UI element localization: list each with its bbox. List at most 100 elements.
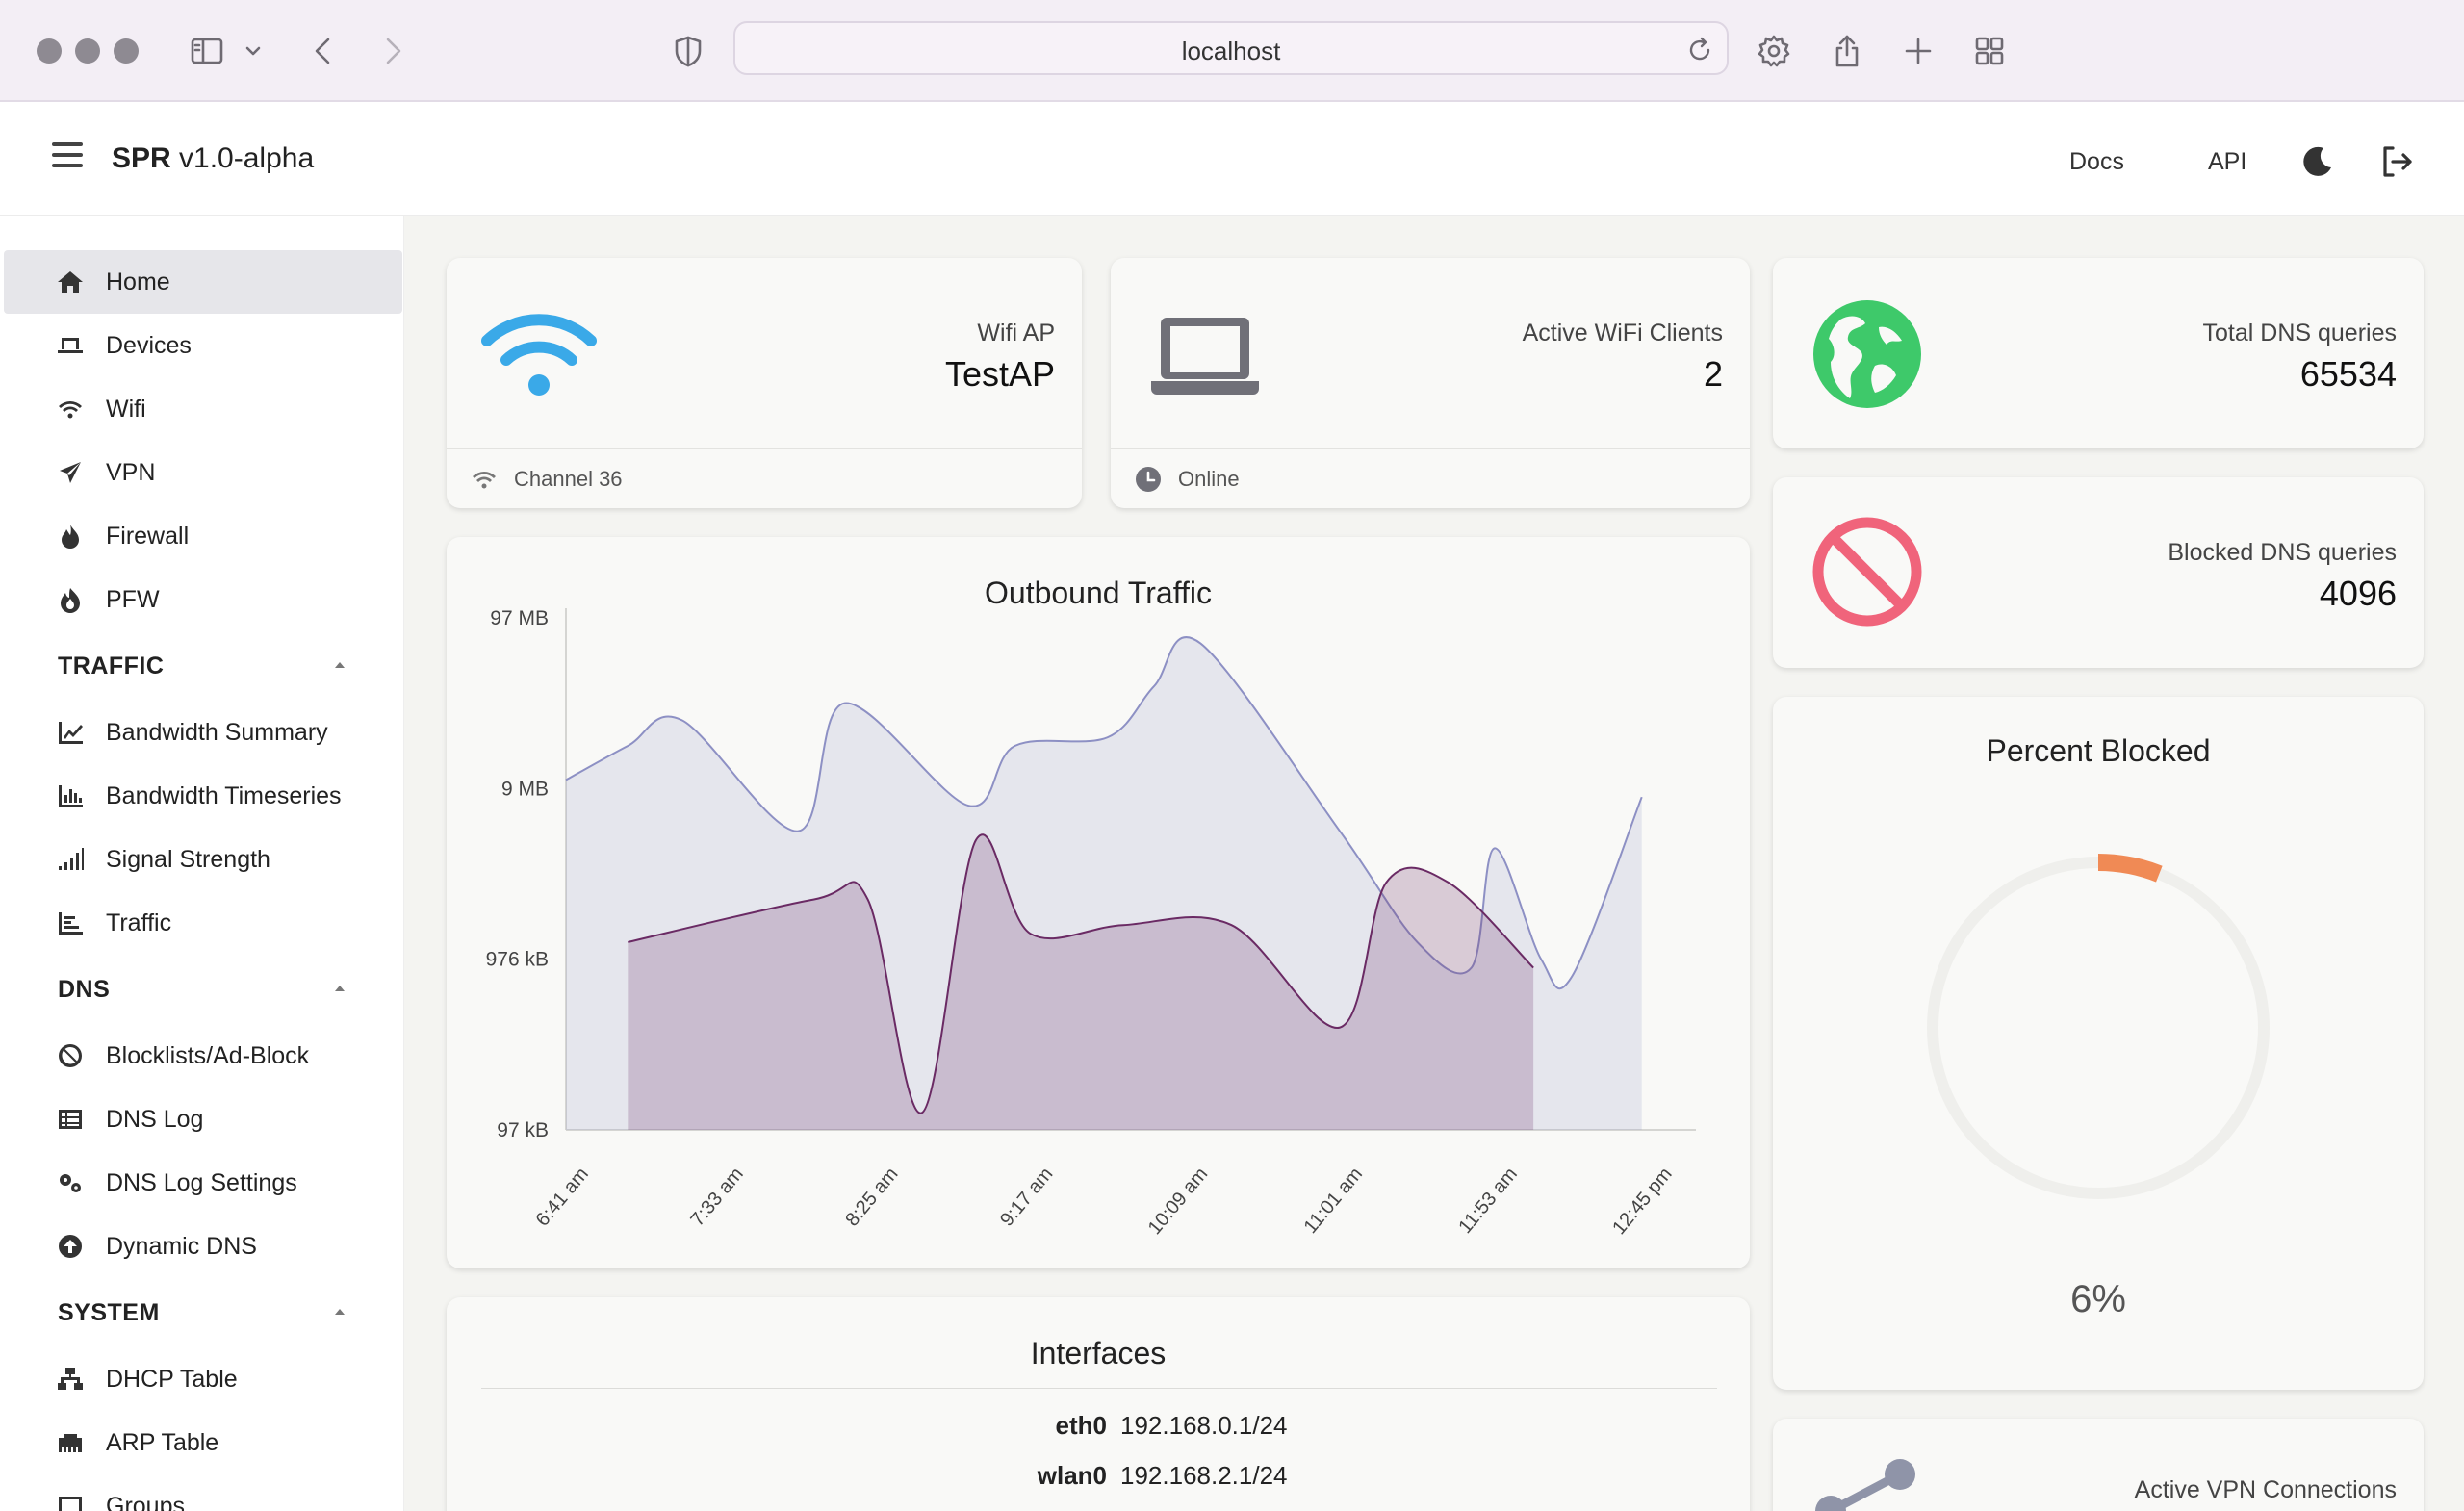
sidebar-item-label: Firewall: [106, 522, 190, 550]
sidebar-item-dns-log-settings[interactable]: DNS Log Settings: [4, 1151, 402, 1215]
interface-address: 192.168.2.1/24: [1120, 1461, 1288, 1490]
share-icon[interactable]: [1823, 27, 1871, 75]
ethernet-icon: [54, 1426, 87, 1459]
dark-mode-moon-icon[interactable]: [2298, 142, 2337, 181]
y-tick-label: 976 kB: [486, 949, 549, 971]
outbound-traffic-chart: 97 kB 976 kB 9 MB 97 MB 6:41 am 7:33 am 8:25 a…: [486, 607, 1696, 1239]
collapse-caret-icon[interactable]: [335, 662, 345, 668]
wifi-ap-card: Wifi AP TestAP Channel 36: [447, 258, 1082, 508]
interface-row: eth0 192.168.0.1/24: [982, 1411, 1288, 1441]
forward-icon[interactable]: [368, 27, 416, 75]
sidebar-item-label: Home: [106, 268, 170, 295]
sidebar-item-bandwidth-timeseries[interactable]: Bandwidth Timeseries: [4, 764, 402, 828]
sidebar-item-devices[interactable]: Devices: [4, 314, 402, 377]
hamburger-menu-icon[interactable]: [52, 142, 90, 177]
window-zoom-button[interactable]: [114, 38, 139, 64]
app-header: SPR v1.0-alpha Docs API: [0, 104, 2464, 216]
sidebar-toggle-icon[interactable]: [183, 27, 231, 75]
x-tick-label: 12:45 pm: [1608, 1164, 1676, 1239]
sidebar-item-label: Bandwidth Summary: [106, 718, 328, 746]
sidebar-section-traffic[interactable]: TRAFFIC: [58, 653, 164, 680]
sidebar-item-wifi[interactable]: Wifi: [4, 377, 402, 441]
sidebar-item-label: Bandwidth Timeseries: [106, 781, 342, 809]
sidebar-section-dns[interactable]: DNS: [58, 976, 110, 1004]
sidebar-item-home[interactable]: Home: [4, 250, 402, 314]
x-tick-label: 6:41 am: [532, 1164, 593, 1231]
collapse-caret-icon[interactable]: [335, 1309, 345, 1315]
back-icon[interactable]: [300, 27, 348, 75]
sidebar-item-bandwidth-summary[interactable]: Bandwidth Summary: [4, 701, 402, 764]
sidebar-item-blocklists[interactable]: Blocklists/Ad-Block: [4, 1024, 402, 1088]
sidebar-section-system[interactable]: SYSTEM: [58, 1299, 160, 1327]
vpn-connections-card: Active VPN Connections: [1773, 1419, 2424, 1511]
card-footer: Online: [1111, 448, 1750, 508]
donut-blocked-arc: [2097, 854, 2163, 883]
privacy-shield-icon[interactable]: [664, 27, 712, 75]
wifi-icon: [54, 393, 87, 425]
new-tab-icon[interactable]: [1894, 27, 1942, 75]
y-tick-label: 97 kB: [497, 1119, 549, 1141]
sidebar-item-pfw[interactable]: PFW: [4, 568, 402, 631]
sidebar-item-label: DNS Log Settings: [106, 1168, 297, 1196]
chevron-down-icon[interactable]: [234, 27, 272, 75]
ban-icon: [54, 1039, 87, 1072]
sidebar-item-dhcp-table[interactable]: DHCP Table: [4, 1347, 402, 1411]
x-tick-label: 8:25 am: [841, 1164, 902, 1231]
percent-blocked-value: 6%: [2070, 1278, 2126, 1320]
sidebar-item-label: VPN: [106, 458, 156, 486]
sidebar-item-label: Devices: [106, 331, 192, 359]
wifi-ap-value: TestAP: [944, 354, 1055, 394]
percent-blocked-title: Percent Blocked: [1986, 733, 2211, 768]
divider: [481, 1388, 1717, 1389]
wifi-icon: [473, 472, 496, 489]
window-close-button[interactable]: [37, 38, 62, 64]
sidebar-item-label: Blocklists/Ad-Block: [106, 1041, 310, 1069]
circle-arrow-up-icon: [54, 1230, 87, 1263]
wifi-icon: [481, 314, 597, 396]
total-dns-value: 65534: [2299, 354, 2397, 394]
y-tick-label: 9 MB: [501, 778, 549, 800]
interfaces-title: Interfaces: [1030, 1336, 1167, 1370]
dashboard-main: Wifi AP TestAP Channel 36 Active WiFi Cl…: [404, 216, 2464, 1511]
gear-icon[interactable]: [1750, 27, 1798, 75]
blocked-dns-card: Blocked DNS queries 4096: [1773, 477, 2424, 668]
sidebar-item-label: Groups: [106, 1492, 185, 1511]
blocked-dns-label: Blocked DNS queries: [2168, 539, 2397, 566]
cogs-icon: [54, 1166, 87, 1199]
api-link[interactable]: API: [2208, 148, 2246, 176]
sidebar-item-label: Signal Strength: [106, 845, 270, 873]
sidebar-item-vpn[interactable]: VPN: [4, 441, 402, 504]
interface-row: wlan0 192.168.2.1/24: [982, 1461, 1288, 1491]
sidebar-item-label: Dynamic DNS: [106, 1232, 257, 1260]
sidebar-item-signal-strength[interactable]: Signal Strength: [4, 828, 402, 891]
blocked-dns-value: 4096: [2319, 574, 2397, 613]
sidebar-item-arp-table[interactable]: ARP Table: [4, 1411, 402, 1474]
window-minimize-button[interactable]: [75, 38, 100, 64]
sidebar-item-traffic[interactable]: Traffic: [4, 891, 402, 955]
reload-icon[interactable]: [1684, 35, 1715, 65]
sidebar-item-groups[interactable]: Groups: [4, 1474, 402, 1511]
sidebar-item-label: ARP Table: [106, 1428, 219, 1456]
logout-icon[interactable]: [2377, 142, 2416, 181]
sidebar-item-dynamic-dns[interactable]: Dynamic DNS: [4, 1215, 402, 1278]
home-icon: [54, 266, 87, 298]
interface-address: 192.168.0.1/24: [1120, 1411, 1288, 1440]
total-dns-label: Total DNS queries: [2202, 320, 2397, 346]
x-tick-label: 11:53 am: [1454, 1164, 1522, 1238]
address-bar[interactable]: localhost: [733, 21, 1729, 75]
groups-icon: [54, 1490, 87, 1511]
laptop-icon: [1151, 318, 1259, 395]
docs-link[interactable]: Docs: [2069, 148, 2124, 176]
wifi-ap-label: Wifi AP: [977, 320, 1055, 346]
card-footer: Channel 36: [447, 448, 1082, 508]
sidebar-item-firewall[interactable]: Firewall: [4, 504, 402, 568]
sidebar-item-label: Traffic: [106, 909, 172, 936]
laptop-icon: [54, 329, 87, 362]
tab-overview-icon[interactable]: [1965, 27, 2014, 75]
percent-blocked-card: Percent Blocked 6%: [1773, 697, 2424, 1390]
signal-icon: [54, 843, 87, 876]
sidebar-item-dns-log[interactable]: DNS Log: [4, 1088, 402, 1151]
globe-icon: [1813, 300, 1921, 408]
bar-chart-icon: [54, 780, 87, 812]
collapse-caret-icon[interactable]: [335, 986, 345, 991]
